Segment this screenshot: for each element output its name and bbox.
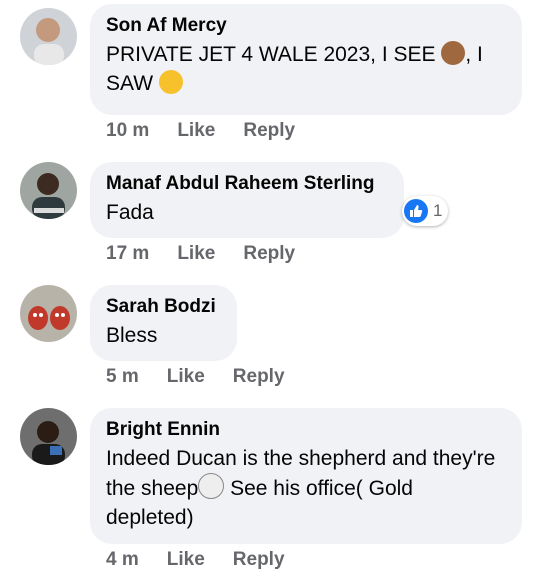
commenter-name[interactable]: Manaf Abdul Raheem Sterling: [106, 172, 388, 196]
comment-bubble: Son Af Mercy PRIVATE JET 4 WALE 2023, I …: [90, 4, 522, 115]
like-button[interactable]: Like: [167, 366, 205, 388]
thumbs-up-icon: [404, 199, 428, 223]
comment-bubble: Bright Ennin Indeed Ducan is the shepher…: [90, 408, 522, 544]
avatar[interactable]: [20, 8, 77, 65]
reply-button[interactable]: Reply: [233, 366, 285, 388]
like-button[interactable]: Like: [177, 243, 215, 265]
comment-actions: 10 m Like Reply: [106, 120, 295, 142]
see-no-evil-monkey-icon: [441, 41, 466, 65]
commenter-name[interactable]: Bright Ennin: [106, 418, 506, 442]
like-button[interactable]: Like: [177, 120, 215, 142]
reply-button[interactable]: Reply: [233, 549, 285, 571]
comment-actions: 4 m Like Reply: [106, 549, 285, 571]
reaction-count: 1: [433, 201, 443, 220]
reply-button[interactable]: Reply: [243, 243, 295, 265]
commenter-name[interactable]: Sarah Bodzi: [106, 295, 221, 319]
comment-actions: 17 m Like Reply: [106, 243, 295, 265]
sheep-icon: [198, 473, 225, 499]
commenter-name[interactable]: Son Af Mercy: [106, 14, 506, 38]
comment-time[interactable]: 4 m: [106, 549, 139, 571]
reaction-summary[interactable]: 1: [402, 196, 448, 226]
reply-button[interactable]: Reply: [243, 120, 295, 142]
comment-actions: 5 m Like Reply: [106, 366, 285, 388]
like-button[interactable]: Like: [167, 549, 205, 571]
avatar[interactable]: [20, 408, 77, 465]
comment-bubble: Manaf Abdul Raheem Sterling Fada: [90, 162, 404, 238]
comment-time[interactable]: 10 m: [106, 120, 149, 142]
avatar[interactable]: [20, 285, 77, 342]
money-mouth-face-icon: [158, 70, 183, 94]
comment-time[interactable]: 17 m: [106, 243, 149, 265]
comment-text: Indeed Ducan is the shepherd and they're…: [106, 444, 506, 532]
comment-text: PRIVATE JET 4 WALE 2023, I SEE , I SAW: [106, 40, 506, 98]
comment-time[interactable]: 5 m: [106, 366, 139, 388]
comment-text: Bless: [106, 324, 158, 347]
avatar[interactable]: [20, 162, 77, 219]
comment-text-part: PRIVATE JET 4 WALE 2023, I SEE: [106, 43, 442, 66]
comment-bubble: Sarah Bodzi Bless: [90, 285, 237, 361]
comment-text: Fada: [106, 201, 154, 224]
